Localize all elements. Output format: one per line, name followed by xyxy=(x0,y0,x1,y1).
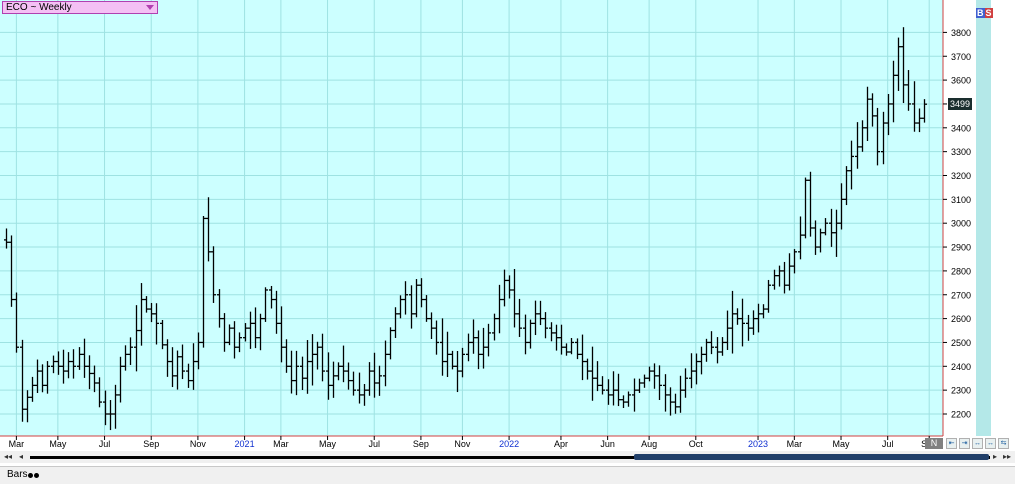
right-strip xyxy=(976,0,991,436)
x-tick-label: Jun xyxy=(600,439,615,449)
plot-background xyxy=(0,0,943,436)
x-tick-label: 2021 xyxy=(235,439,255,449)
x-tick-label: 2022 xyxy=(499,439,519,449)
scroll-right-icon[interactable]: ▸ xyxy=(990,452,1000,462)
y-tick-label: 2900 xyxy=(951,243,971,253)
tool-button-4-icon[interactable]: ↔ xyxy=(985,438,996,449)
tool-button-1-icon[interactable]: ⇤ xyxy=(946,438,957,449)
scroll-thumb[interactable] xyxy=(634,454,989,460)
n-button[interactable]: N xyxy=(925,438,943,449)
dropdown-arrow-icon xyxy=(146,5,154,10)
symbol-title: ECO ~ Weekly xyxy=(6,2,72,13)
y-tick-label: 2500 xyxy=(951,338,971,348)
sell-icon: S xyxy=(984,8,993,18)
x-tick-label: May xyxy=(319,439,337,449)
x-tick-label: Nov xyxy=(190,439,207,449)
symbol-title-dropdown[interactable]: ECO ~ Weekly xyxy=(2,1,158,14)
x-tick-label: Mar xyxy=(9,439,25,449)
x-tick-label: Oct xyxy=(689,439,704,449)
y-tick-label: 3600 xyxy=(951,76,971,86)
scroll-end-icon[interactable]: ▸▸ xyxy=(1002,452,1012,462)
y-tick-label: 3700 xyxy=(951,52,971,62)
x-tick-label: May xyxy=(833,439,851,449)
y-tick-label: 3300 xyxy=(951,147,971,157)
x-axis: Mar May Jul Sep Nov 2021 Mar May Jul Sep Nov 2022 Ap… xyxy=(9,436,937,449)
status-bar: Bars xyxy=(0,466,1015,484)
x-tick-label: Mar xyxy=(787,439,803,449)
x-tick-label: 2023 xyxy=(748,439,768,449)
x-tick-label: Aug xyxy=(641,439,657,449)
x-tick-label: Nov xyxy=(454,439,471,449)
scroll-start-icon[interactable]: ◂◂ xyxy=(3,452,13,462)
tool-button-5-icon[interactable]: ⇆ xyxy=(998,438,1009,449)
x-tick-label: May xyxy=(49,439,67,449)
y-tick-label: 3000 xyxy=(951,219,971,229)
horizontal-scrollbar[interactable]: ◂◂ ◂ ▸ ▸▸ xyxy=(0,451,1015,463)
buy-sell-badge[interactable]: BS xyxy=(976,8,993,18)
tool-button-2-icon[interactable]: ⇥ xyxy=(959,438,970,449)
y-tick-label: 3400 xyxy=(951,123,971,133)
last-price-tag: 3499 xyxy=(948,98,972,110)
chart-type-label[interactable]: Bars xyxy=(7,469,28,481)
x-tick-label: Jul xyxy=(368,439,380,449)
x-tick-label: Jul xyxy=(99,439,111,449)
buy-icon: B xyxy=(976,8,985,18)
y-tick-label: 2800 xyxy=(951,266,971,276)
x-tick-label: Jul xyxy=(882,439,894,449)
x-tick-label: Mar xyxy=(273,439,289,449)
y-tick-label: 2400 xyxy=(951,362,971,372)
y-tick-label: 2700 xyxy=(951,290,971,300)
y-tick-label: 2600 xyxy=(951,314,971,324)
y-tick-label: 3200 xyxy=(951,171,971,181)
tool-button-3-icon[interactable]: ↔ xyxy=(972,438,983,449)
y-tick-label: 2300 xyxy=(951,386,971,396)
price-chart[interactable]: 2200 2300 2400 2500 2600 2700 2800 2900 3000 3100… xyxy=(0,0,1015,451)
x-tick-label: Sep xyxy=(143,439,159,449)
bars-style-icon[interactable] xyxy=(28,470,40,478)
scroll-left-icon[interactable]: ◂ xyxy=(16,452,26,462)
x-tick-label: Sep xyxy=(413,439,429,449)
x-tick-label: Apr xyxy=(554,439,568,449)
y-tick-label: 3800 xyxy=(951,28,971,38)
y-tick-label: 3100 xyxy=(951,195,971,205)
y-tick-label: 2200 xyxy=(951,410,971,420)
